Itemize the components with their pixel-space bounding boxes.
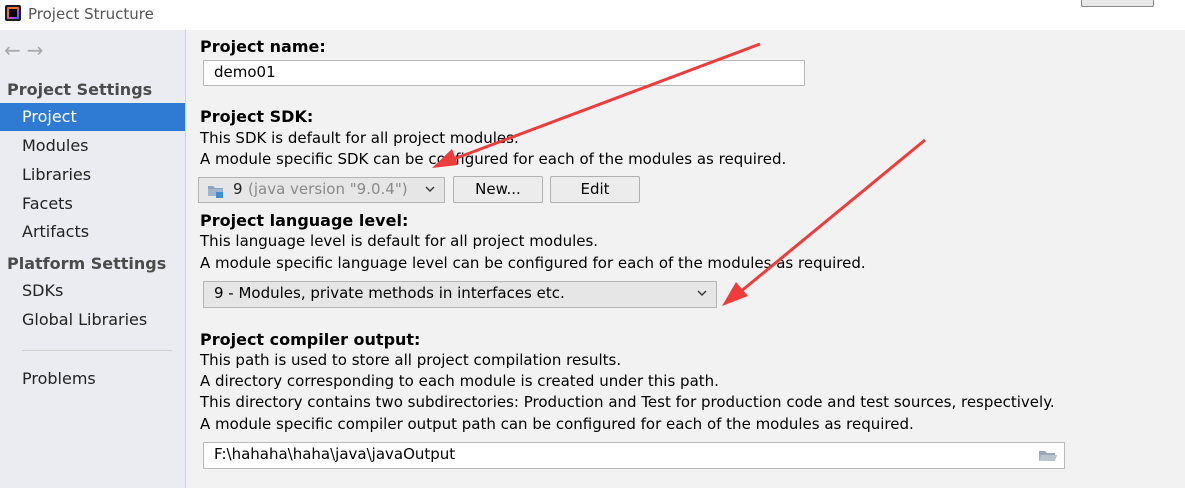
- sdk-version: 9: [233, 180, 243, 198]
- sidebar: ←→ Project Settings Project Modules Libr…: [0, 30, 186, 488]
- compiler-output-desc-2: A directory corresponding to each module…: [200, 372, 719, 390]
- chevron-down-icon: [424, 178, 436, 210]
- language-level-desc-2: A module specific language level can be …: [200, 254, 866, 272]
- compiler-output-desc-1: This path is used to store all project c…: [200, 351, 622, 369]
- platform-settings-header: Platform Settings: [7, 254, 167, 273]
- language-level-label: Project language level:: [200, 211, 409, 230]
- language-level-dropdown[interactable]: 9 - Modules, private methods in interfac…: [203, 281, 717, 308]
- project-settings-header: Project Settings: [7, 80, 153, 99]
- sidebar-item-problems[interactable]: Problems: [0, 365, 185, 393]
- project-sdk-dropdown[interactable]: 9 (java version "9.0.4"): [198, 177, 445, 203]
- sidebar-divider: [22, 350, 172, 351]
- title-bar: Project Structure: [0, 0, 1185, 30]
- sidebar-item-sdks[interactable]: SDKs: [0, 277, 185, 305]
- language-level-value: 9 - Modules, private methods in interfac…: [214, 284, 565, 302]
- chevron-down-icon: [696, 282, 708, 314]
- nav-arrows: ←→: [4, 38, 50, 62]
- project-sdk-desc-2: A module specific SDK can be configured …: [200, 150, 787, 168]
- intellij-app-icon: [5, 5, 21, 21]
- sdk-edit-button[interactable]: Edit: [550, 176, 640, 203]
- language-level-desc-1: This language level is default for all p…: [200, 232, 599, 250]
- sdk-version-detail: (java version "9.0.4"): [248, 180, 408, 198]
- compiler-output-desc-3: This directory contains two subdirectori…: [200, 393, 1055, 411]
- sidebar-item-artifacts[interactable]: Artifacts: [0, 218, 185, 246]
- forward-arrow-icon[interactable]: →: [27, 38, 50, 62]
- project-name-label: Project name:: [200, 37, 326, 56]
- compiler-output-path: F:\hahaha\haha\java\javaOutput: [214, 445, 456, 463]
- project-settings-panel: Project name: demo01 Project SDK: This S…: [186, 30, 1185, 488]
- compiler-output-label: Project compiler output:: [200, 330, 421, 349]
- sidebar-item-facets[interactable]: Facets: [0, 190, 185, 218]
- sdk-folder-icon: [208, 186, 223, 198]
- sidebar-item-global-libraries[interactable]: Global Libraries: [0, 306, 185, 334]
- back-arrow-icon[interactable]: ←: [4, 38, 27, 62]
- compiler-output-path-input[interactable]: F:\hahaha\haha\java\javaOutput: [203, 442, 1065, 469]
- sidebar-item-libraries[interactable]: Libraries: [0, 161, 185, 189]
- sidebar-item-project[interactable]: Project: [0, 103, 185, 131]
- project-sdk-desc-1: This SDK is default for all project modu…: [200, 129, 519, 147]
- browse-folder-icon[interactable]: [1038, 448, 1058, 464]
- window-control-button[interactable]: [1081, 0, 1154, 7]
- project-sdk-label: Project SDK:: [200, 107, 314, 126]
- sidebar-item-modules[interactable]: Modules: [0, 132, 185, 160]
- compiler-output-desc-4: A module specific compiler output path c…: [200, 415, 914, 433]
- project-name-input[interactable]: demo01: [203, 60, 805, 86]
- window-title: Project Structure: [28, 5, 154, 23]
- sdk-new-button[interactable]: New...: [453, 176, 543, 203]
